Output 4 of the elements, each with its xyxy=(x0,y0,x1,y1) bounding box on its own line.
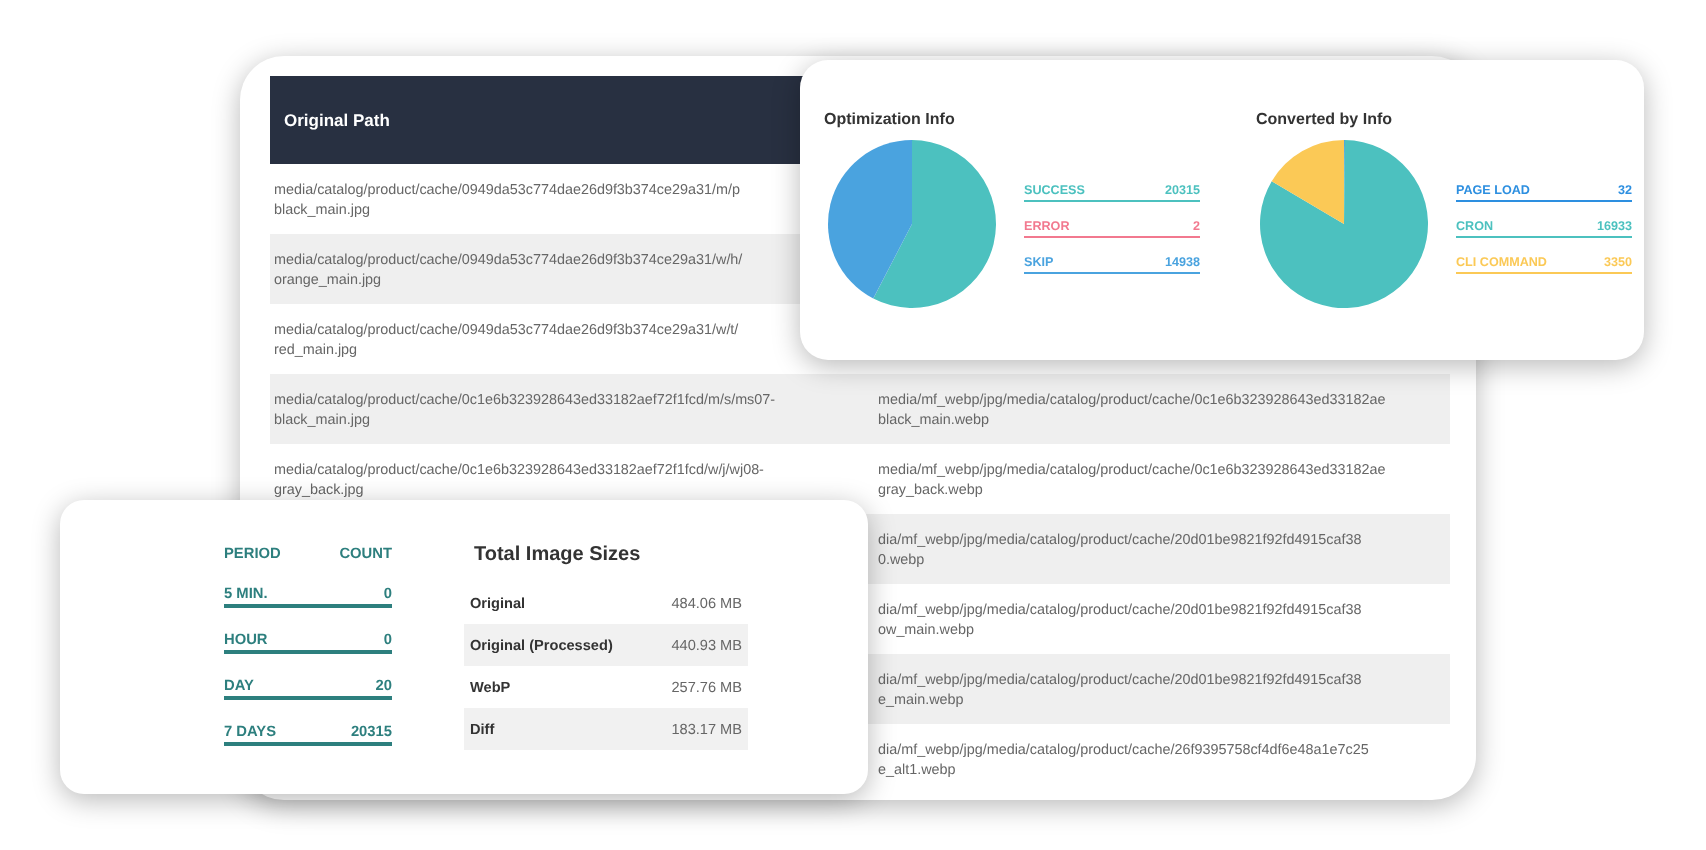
chart-title: Optimization Info xyxy=(824,110,957,128)
section-title: Total Image Sizes xyxy=(474,544,643,566)
column-header: Original Path xyxy=(282,110,390,130)
chart-title: Converted by Info xyxy=(1256,110,1395,128)
